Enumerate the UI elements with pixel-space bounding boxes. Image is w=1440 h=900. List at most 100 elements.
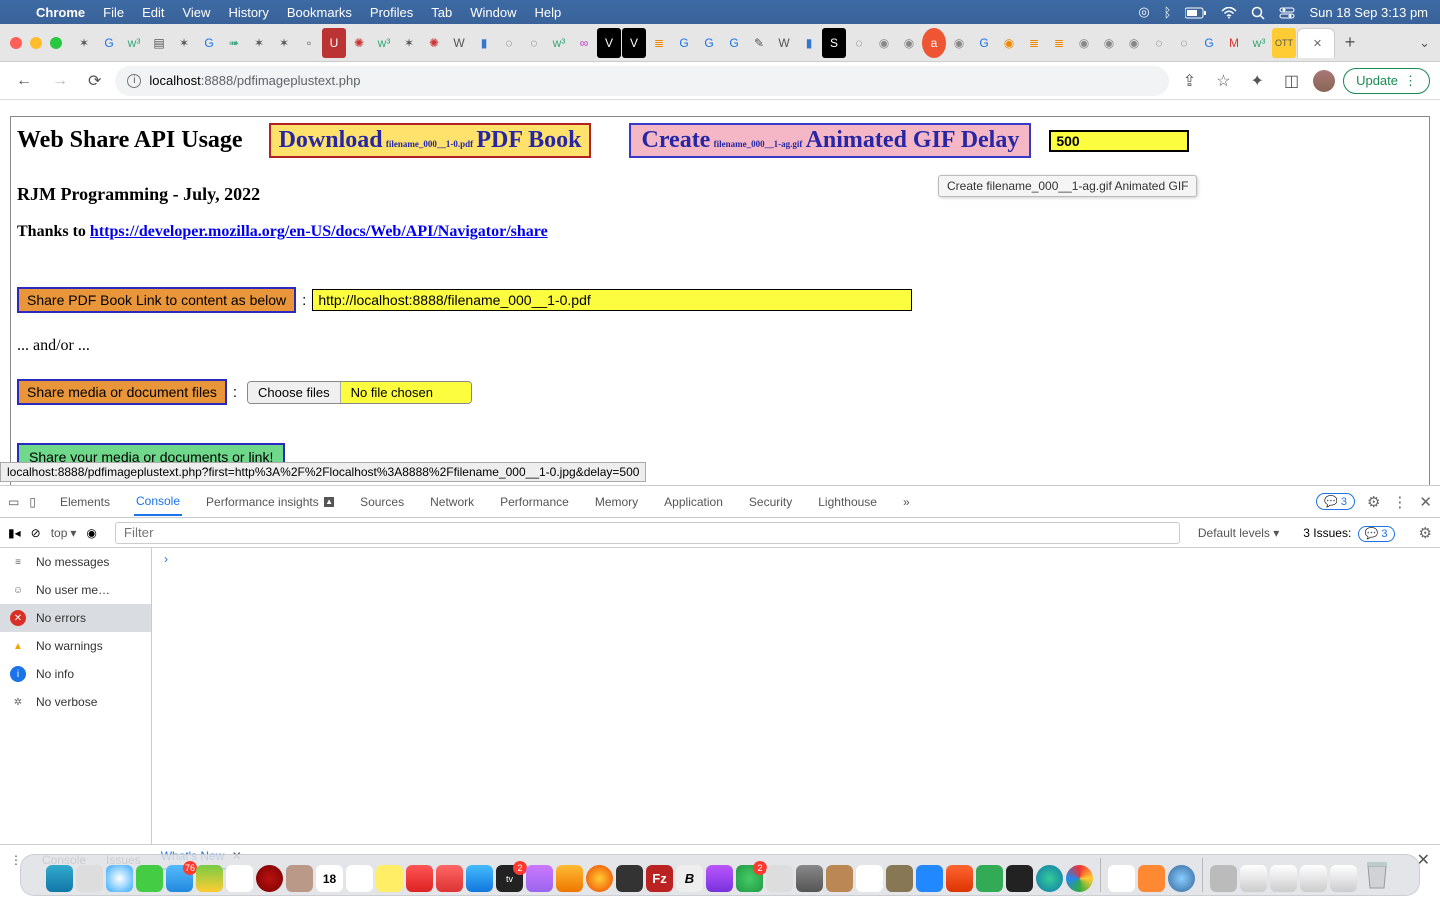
dock-launchpad-icon[interactable] [76,865,103,892]
tab-performance[interactable]: Performance [498,489,571,515]
dock-edge-icon[interactable] [1036,865,1063,892]
dock-calendar-icon[interactable]: 18 [316,865,343,892]
app-name[interactable]: Chrome [36,5,85,20]
dock-podcasts-icon[interactable] [706,865,733,892]
menu-view[interactable]: View [182,5,210,20]
forward-button[interactable]: → [46,68,74,94]
dock-folder-icon[interactable] [1240,865,1267,892]
tab-item[interactable]: G [697,28,721,58]
sidebar-item-warnings[interactable]: ▲No warnings [0,632,151,660]
tab-item[interactable]: M [1222,28,1246,58]
tab-item[interactable]: ≣ [1022,28,1046,58]
dock-app-icon[interactable] [526,865,553,892]
sidebar-item-verbose[interactable]: ✲No verbose [0,688,151,716]
tab-item[interactable]: ✶ [247,28,271,58]
dock-app-icon[interactable] [1168,865,1195,892]
profile-avatar-icon[interactable] [1313,70,1335,92]
console-output[interactable]: › [152,548,1440,844]
tabs-more-icon[interactable]: » [901,489,912,515]
dock-zoom-icon[interactable] [916,865,943,892]
tab-item[interactable]: ➠ [222,28,246,58]
tab-application[interactable]: Application [662,489,725,515]
sidebar-item-messages[interactable]: ≡No messages [0,548,151,576]
dock-contacts-icon[interactable] [286,865,313,892]
window-minimize-icon[interactable] [30,37,42,49]
tab-memory[interactable]: Memory [593,489,640,515]
search-icon[interactable] [1251,4,1265,20]
tab-item[interactable]: ✺ [347,28,371,58]
tab-performance-insights[interactable]: Performance insights ▲ [204,489,336,515]
tab-item[interactable]: G [672,28,696,58]
bluetooth-icon[interactable]: ᛒ [1164,5,1172,20]
menu-edit[interactable]: Edit [142,5,164,20]
clear-console-icon[interactable]: ⊘ [31,526,41,540]
window-close-icon[interactable] [10,37,22,49]
dock-reminders-icon[interactable] [346,865,373,892]
tab-item[interactable]: V [597,28,621,58]
dock-folder-icon[interactable] [1330,865,1357,892]
dock-app-icon[interactable]: B [676,865,703,892]
devtools-settings-icon[interactable]: ⚙ [1367,493,1380,511]
delay-input[interactable] [1049,130,1189,152]
new-tab-button[interactable]: + [1336,32,1364,53]
tab-network[interactable]: Network [428,489,476,515]
tab-item[interactable]: ✶ [72,28,96,58]
tab-item[interactable]: a [922,28,946,58]
tab-item[interactable]: ◉ [1122,28,1146,58]
omnibox[interactable]: i localhost:8888/pdfimageplustext.php [115,66,1168,96]
menu-window[interactable]: Window [470,5,516,20]
menu-profiles[interactable]: Profiles [370,5,413,20]
live-expression-icon[interactable]: ◉ [86,526,96,540]
share-icon[interactable]: ⇪ [1177,67,1202,95]
reload-button[interactable]: ⟳ [82,67,107,95]
share-media-button[interactable]: Share media or document files [17,379,227,405]
console-filter-input[interactable] [115,522,1180,544]
dock-firefox-icon[interactable] [586,865,613,892]
console-settings-icon[interactable]: ⚙ [1419,524,1432,542]
dock-folder-icon[interactable] [1210,865,1237,892]
menu-file[interactable]: File [103,5,124,20]
tab-item[interactable]: ◉ [947,28,971,58]
menu-bookmarks[interactable]: Bookmarks [287,5,352,20]
dock-folder-icon[interactable] [1300,865,1327,892]
dock-folder-icon[interactable] [1270,865,1297,892]
tab-item[interactable]: G [1197,28,1221,58]
dock-filezilla-icon[interactable]: Fz [646,865,673,892]
dock-photos-icon[interactable] [226,865,253,892]
tab-item[interactable]: ∞ [572,28,596,58]
dock-books-icon[interactable] [1138,865,1165,892]
dock-opera-icon[interactable] [256,865,283,892]
extensions-icon[interactable]: ✦ [1245,67,1270,95]
tab-item[interactable]: ◌ [522,28,546,58]
dock-safari-icon[interactable] [106,865,133,892]
wifi-icon[interactable] [1221,5,1237,20]
dock-app-icon[interactable] [856,865,883,892]
dock-intellij-icon[interactable] [1006,865,1033,892]
tab-item[interactable]: ▤ [147,28,171,58]
devtools-kebab-icon[interactable]: ⋮ [1392,493,1407,511]
tab-item[interactable]: G [97,28,121,58]
dock-news-icon[interactable] [436,865,463,892]
dock-app-icon[interactable] [796,865,823,892]
tab-item[interactable]: ◉ [997,28,1021,58]
tab-sources[interactable]: Sources [358,489,406,515]
sidebar-item-user[interactable]: ☺No user me… [0,576,151,604]
tab-item[interactable]: G [972,28,996,58]
share-pdf-link-button[interactable]: Share PDF Book Link to content as below [17,287,296,313]
tab-item[interactable]: ▮ [472,28,496,58]
back-button[interactable]: ← [10,68,38,94]
window-zoom-icon[interactable] [50,37,62,49]
tab-item[interactable]: w³ [547,28,571,58]
tab-item[interactable]: G [722,28,746,58]
menu-history[interactable]: History [228,5,268,20]
context-select[interactable]: top ▾ [51,526,77,540]
create-gif-button[interactable]: Create filename_000__1-ag.gif Animated G… [629,123,1031,158]
tab-item[interactable]: G [197,28,221,58]
choose-files-button[interactable]: Choose files [248,382,341,403]
dock-music-icon[interactable] [406,865,433,892]
inspect-icon[interactable]: ▭ [8,495,19,509]
menu-help[interactable]: Help [535,5,562,20]
dock-app-icon[interactable] [766,865,793,892]
tab-item[interactable]: ◉ [897,28,921,58]
tab-console[interactable]: Console [134,488,182,516]
